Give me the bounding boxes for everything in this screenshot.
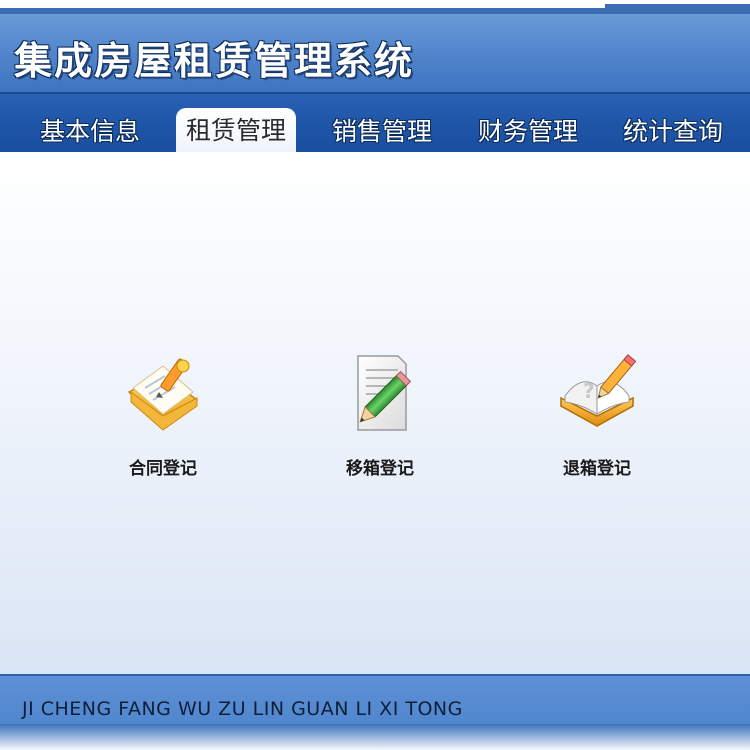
document-pencil-icon <box>357 355 412 431</box>
tab-statistics-query[interactable]: 统计查询 <box>613 110 733 154</box>
box-return-registration-button[interactable]: ? 退箱登记 <box>532 352 662 492</box>
contract-registration-button[interactable]: 合同登记 <box>98 352 228 492</box>
book-pencil-icon: ? <box>560 354 637 427</box>
function-label: 移箱登记 <box>346 459 414 479</box>
main-nav: 基本信息 租赁管理 销售管理 财务管理 统计查询 <box>0 92 750 154</box>
tab-finance-management[interactable]: 财务管理 <box>468 110 588 154</box>
contract-folder-icon <box>127 358 199 431</box>
app-window: 集成房屋租赁管理系统 基本信息 租赁管理 销售管理 财务管理 统计查询 合同登记… <box>0 0 750 750</box>
function-label: 退箱登记 <box>563 459 631 479</box>
footer-slogan: JI CHENG FANG WU ZU LIN GUAN LI XI TONG <box>22 698 463 720</box>
tab-rental-management[interactable]: 租赁管理 <box>176 108 296 154</box>
function-label: 合同登记 <box>129 459 197 479</box>
svg-text:?: ? <box>583 379 595 403</box>
app-header: 集成房屋租赁管理系统 <box>0 14 750 92</box>
tab-sales-management[interactable]: 销售管理 <box>322 110 442 154</box>
app-footer: JI CHENG FANG WU ZU LIN GUAN LI XI TONG <box>0 674 750 750</box>
app-title: 集成房屋租赁管理系统 <box>14 38 415 83</box>
footer-bottom-bar <box>0 724 750 750</box>
main-content: 合同登记 移箱登记 ? 退箱登记 <box>0 152 750 674</box>
tab-basic-info[interactable]: 基本信息 <box>30 110 150 154</box>
box-move-registration-button[interactable]: 移箱登记 <box>315 352 445 492</box>
